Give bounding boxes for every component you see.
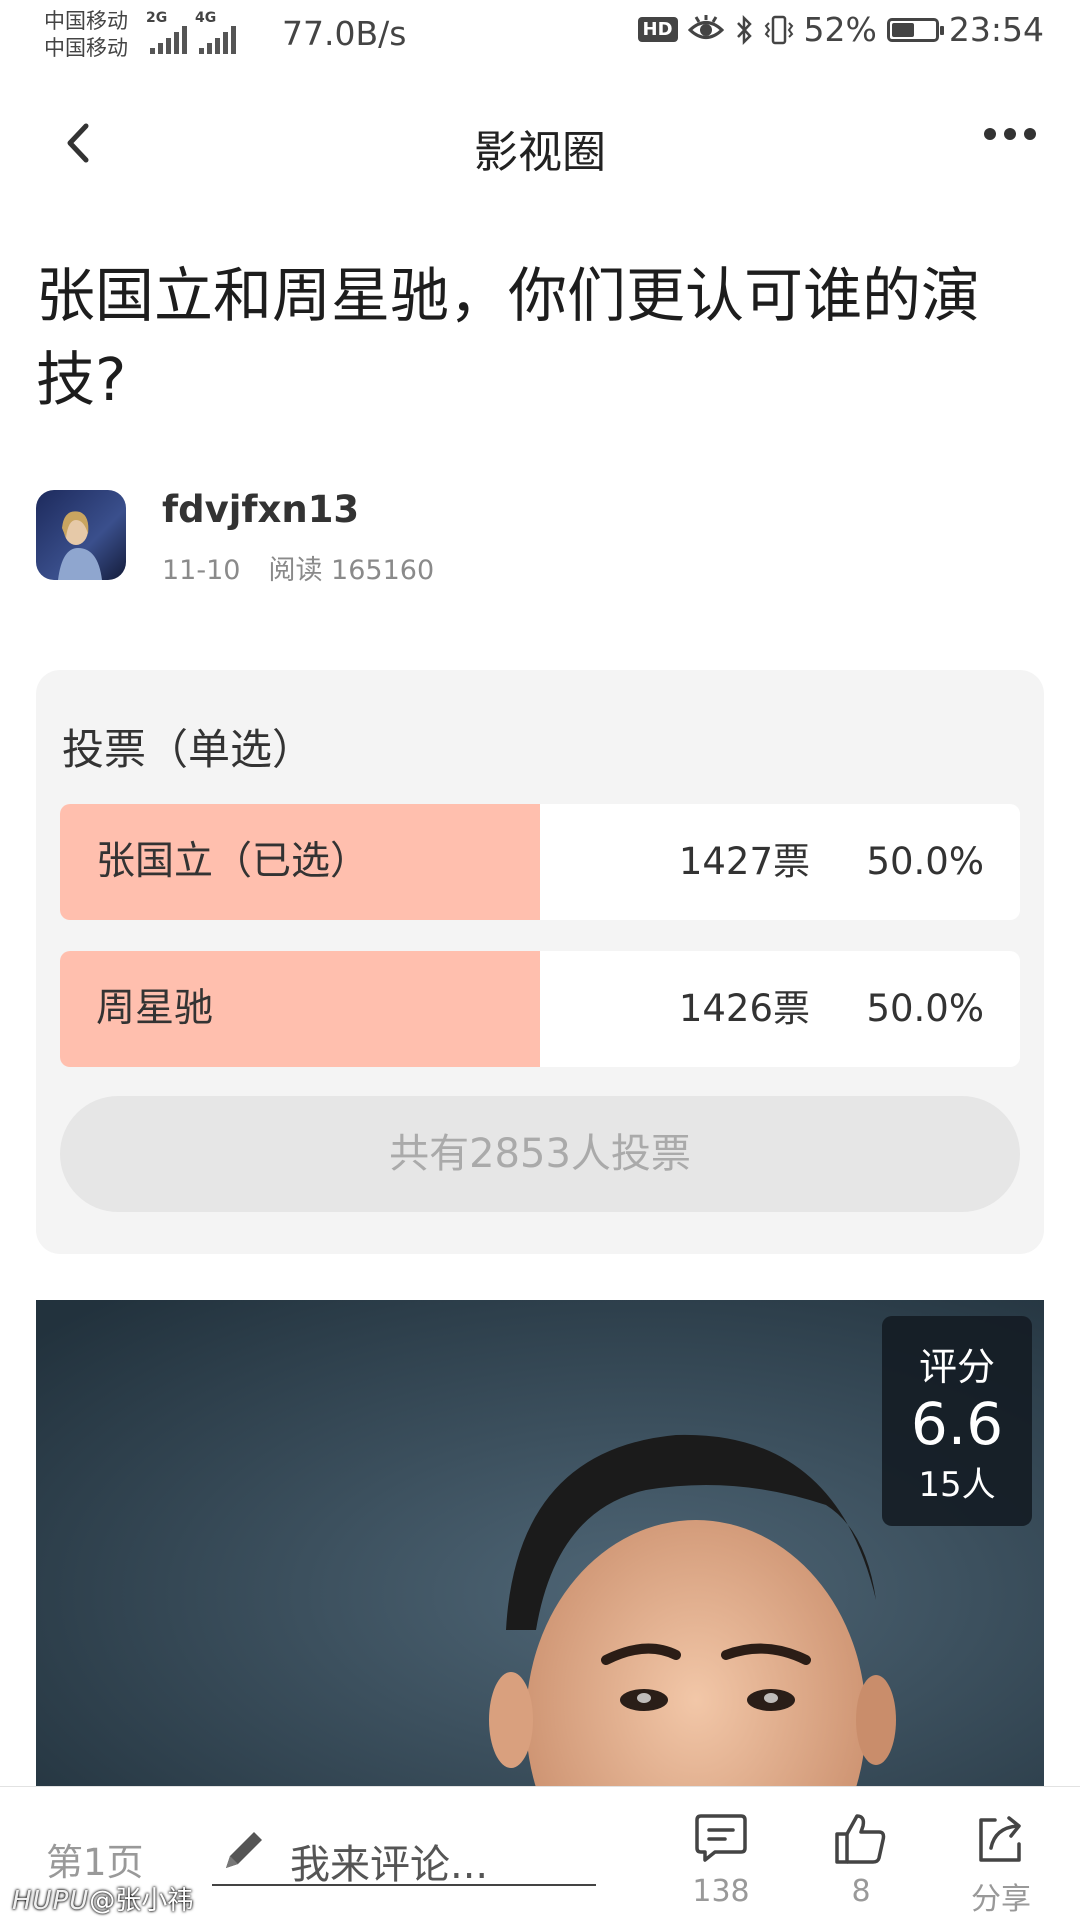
watermark: HUPU@张小祎 — [12, 1880, 193, 1917]
like-button[interactable]: 8 — [816, 1810, 906, 1909]
vote-title: 投票（单选） — [62, 725, 315, 774]
dot-icon — [984, 128, 996, 140]
chevron-left-icon — [67, 123, 89, 163]
page-title: 影视圈 — [474, 127, 606, 178]
rating-value: 6.6 — [910, 1390, 1004, 1458]
vote-option-label: 张国立（已选） — [96, 839, 370, 884]
vote-percent: 50.0% — [866, 987, 984, 1030]
comment-placeholder: 我来评论... — [290, 1842, 489, 1888]
dot-icon — [1024, 128, 1036, 140]
share-icon — [979, 1816, 1021, 1862]
avatar-image — [36, 490, 126, 580]
thumbs-up-icon — [835, 1814, 886, 1864]
carrier-info: 中国移动 中国移动 — [44, 8, 128, 62]
vote-count: 1427票 — [678, 840, 810, 883]
post-title: 张国立和周星驰，你们更认可谁的演技? — [36, 261, 981, 414]
vibrate-icon — [764, 15, 793, 44]
bluetooth-icon — [736, 14, 752, 45]
share-button[interactable]: 分享 — [956, 1810, 1046, 1918]
watermark-brand: HUPU — [12, 1886, 90, 1916]
page-indicator[interactable]: 第1页 — [46, 1832, 144, 1886]
battery-icon — [886, 17, 944, 42]
back-button[interactable] — [58, 118, 98, 168]
signal-4g-icon: 4G — [195, 10, 236, 54]
like-count: 8 — [851, 1874, 871, 1909]
vote-option-label: 周星驰 — [96, 986, 214, 1031]
eye-icon — [687, 14, 724, 39]
rating-badge[interactable]: 评分 6.6 15人 — [882, 1316, 1032, 1526]
signal-icons: 2G 4G — [146, 10, 236, 54]
post-date: 11-10 — [162, 555, 241, 586]
comment-count: 138 — [692, 1874, 750, 1909]
dot-icon — [1004, 128, 1016, 140]
comment-icon — [695, 1814, 747, 1862]
rating-label: 评分 — [918, 1345, 995, 1389]
hd-icon: HD — [637, 17, 678, 42]
signal-2g-icon: 2G — [146, 10, 187, 54]
battery-percent: 52% — [803, 10, 877, 49]
post-meta: 11-10 阅读 165160 — [162, 548, 434, 587]
avatar[interactable] — [36, 490, 126, 580]
network-speed: 77.0B/s — [282, 14, 407, 53]
vote-percent: 50.0% — [866, 840, 984, 883]
vote-option[interactable]: 周星驰 1426票 50.0% — [60, 951, 1020, 1067]
carrier-1: 中国移动 — [44, 9, 128, 33]
more-button[interactable] — [984, 128, 1036, 140]
watermark-user: @张小祎 — [89, 1886, 194, 1916]
comments-button[interactable]: 138 — [676, 1810, 766, 1909]
status-icons: HD 52% 23:54 — [637, 10, 1044, 49]
status-bar: 中国移动 中国移动 2G 4G 77.0B/s HD 52% 23:54 — [0, 0, 1080, 74]
rating-count: 15人 — [918, 1465, 996, 1505]
pen-icon — [218, 1826, 268, 1876]
clock: 23:54 — [948, 10, 1044, 49]
read-count: 阅读 165160 — [268, 555, 435, 586]
carrier-2: 中国移动 — [44, 36, 128, 60]
vote-option[interactable]: 张国立（已选） 1427票 50.0% — [60, 804, 1020, 920]
vote-total-button[interactable]: 共有2853人投票 — [60, 1096, 1020, 1212]
vote-count: 1426票 — [678, 987, 810, 1030]
author-name[interactable]: fdvjfxn13 — [162, 488, 359, 531]
share-label: 分享 — [971, 1882, 1031, 1917]
